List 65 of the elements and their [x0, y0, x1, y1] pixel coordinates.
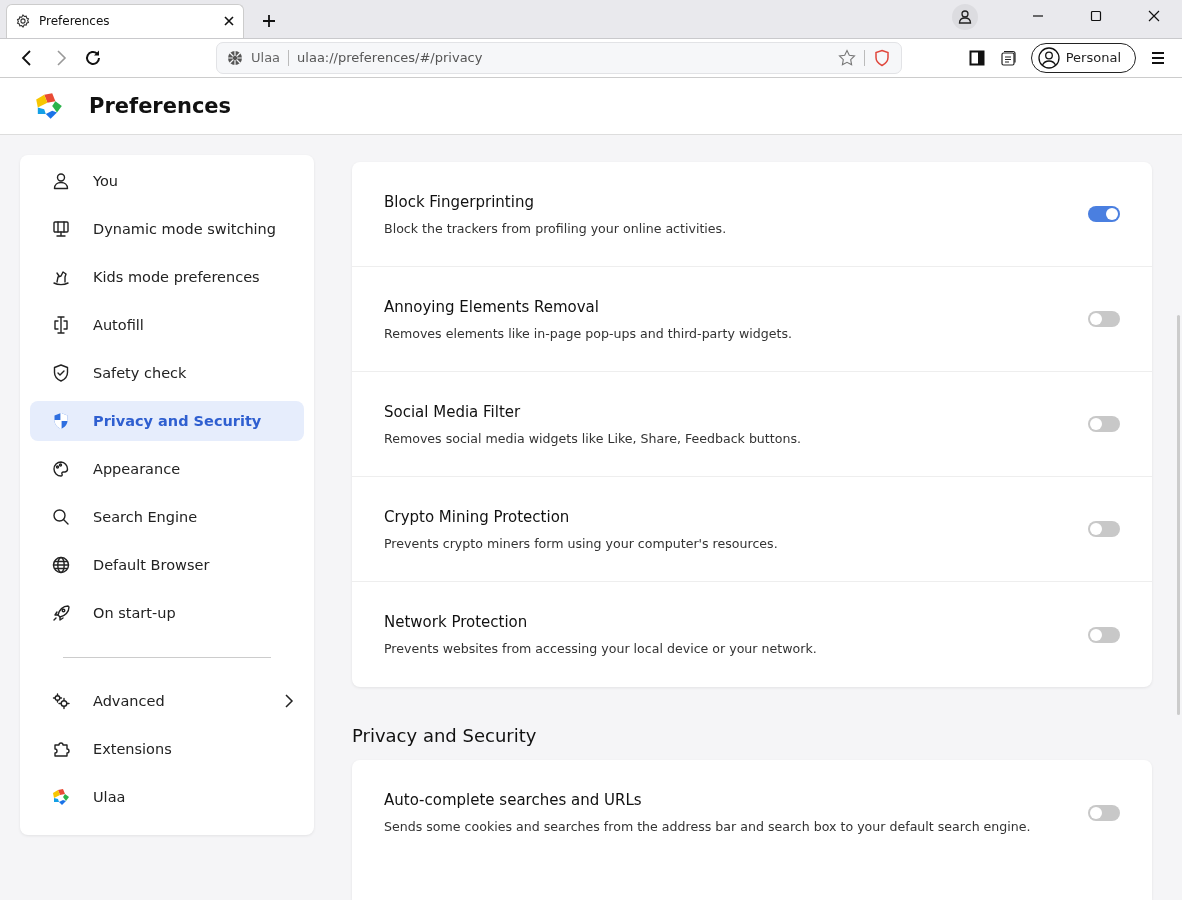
globe-icon — [51, 555, 71, 575]
person-icon — [51, 171, 71, 191]
new-tab-icon[interactable] — [262, 13, 276, 28]
setting-title: Block Fingerprinting — [384, 192, 535, 211]
sidebar-item[interactable]: Kids mode preferences — [30, 257, 304, 297]
settings-icon — [15, 13, 31, 30]
setting-description: Prevents crypto miners form using your computer's resources. — [384, 535, 779, 551]
avatar-icon — [1037, 46, 1060, 69]
sidebar-item[interactable]: Advanced — [30, 681, 304, 721]
toggle-switch[interactable] — [1088, 521, 1120, 537]
news-icon[interactable] — [998, 48, 1017, 67]
sidebar-item[interactable]: Safety check — [30, 353, 304, 393]
sidebar-item[interactable]: Default Browser — [30, 545, 304, 585]
shield-icon — [51, 411, 71, 431]
palette-icon — [51, 459, 71, 479]
tab-title: Preferences — [39, 14, 111, 29]
gears-icon — [51, 691, 71, 711]
close-icon[interactable] — [223, 15, 235, 28]
sidebar-icon[interactable] — [968, 49, 985, 66]
toggle-switch[interactable] — [1088, 311, 1120, 327]
toggle-switch[interactable] — [1088, 804, 1120, 821]
address-bar[interactable]: Ulaa ulaa://preferences/#/privacy — [216, 41, 902, 74]
reload-icon[interactable] — [84, 48, 102, 67]
puzzle-icon — [51, 739, 71, 759]
shield-check-icon — [51, 363, 71, 383]
search-icon — [51, 507, 71, 527]
sidebar-item[interactable]: Privacy and Security — [30, 401, 304, 441]
setting-description: Sends some cookies and searches from the address bar and search box to your default search engine. — [384, 819, 1032, 834]
profile-icon[interactable] — [952, 3, 978, 30]
rocket-icon — [51, 603, 71, 623]
text-cursor-icon — [51, 315, 71, 335]
logo-icon — [51, 787, 71, 807]
menu-icon[interactable] — [1150, 49, 1166, 66]
sidebar-item[interactable]: Extensions — [30, 729, 304, 769]
sidebar-item[interactable]: Ulaa — [30, 777, 304, 817]
setting-title: Network Protection — [384, 613, 529, 631]
setting-title: Social Media Filter — [384, 402, 522, 421]
site-label: Ulaa — [251, 50, 281, 66]
setting-description: Removes elements like in-page pop-ups and third-party widgets. — [384, 325, 793, 341]
aperture-icon — [227, 49, 243, 66]
setting-description: Prevents websites from accessing your local device or your network. — [384, 641, 818, 656]
setting-title: Crypto Mining Protection — [384, 507, 571, 526]
sidebar-item[interactable]: Appearance — [30, 449, 304, 489]
shield-icon[interactable] — [873, 48, 891, 67]
setting-title: Annoying Elements Removal — [384, 297, 600, 316]
sidebar-item[interactable]: Dynamic mode switching — [30, 209, 304, 249]
toggle-switch[interactable] — [1088, 206, 1120, 222]
sidebar-item[interactable]: You — [30, 161, 304, 201]
close-icon[interactable] — [1148, 10, 1160, 22]
browser-tab[interactable]: Preferences — [6, 3, 244, 38]
sidebar-item[interactable]: Search Engine — [30, 497, 304, 537]
setting-title: Auto-complete searches and URLs — [384, 791, 643, 809]
star-icon[interactable] — [838, 48, 856, 67]
profile-button[interactable]: Personal — [1030, 42, 1136, 73]
sidebar-item[interactable]: Autofill — [30, 305, 304, 345]
page-title: Preferences — [89, 94, 232, 118]
setting-description: Removes social media widgets like Like, Share, Feedback buttons. — [384, 430, 802, 446]
maximize-icon[interactable] — [1090, 10, 1102, 22]
toggle-switch[interactable] — [1088, 626, 1120, 643]
url-text: ulaa://preferences/#/privacy — [297, 50, 483, 66]
monitor-icon — [51, 219, 71, 239]
section-heading: Privacy and Security — [352, 725, 538, 746]
toggle-switch[interactable] — [1088, 416, 1120, 432]
sidebar-item[interactable]: On start-up — [30, 593, 304, 633]
setting-description: Block the trackers from profiling your online activities. — [384, 220, 728, 236]
